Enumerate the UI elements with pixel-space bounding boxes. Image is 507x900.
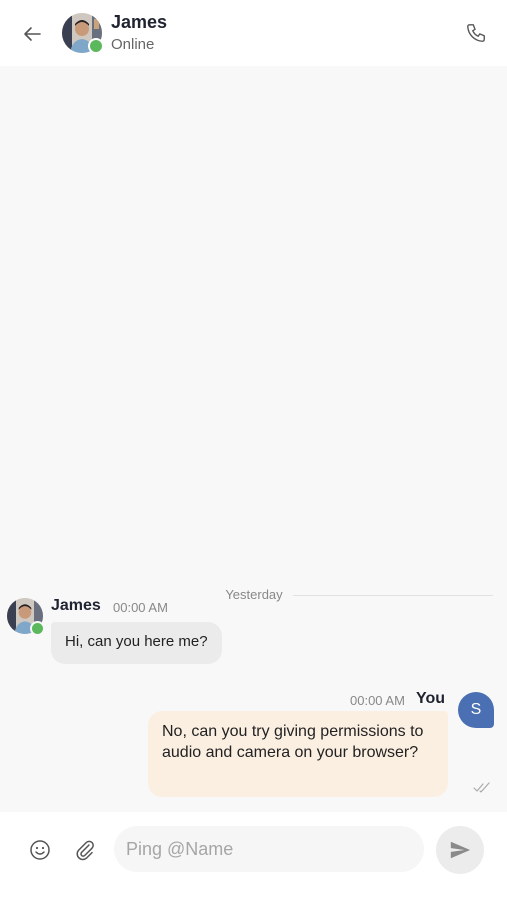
chat-header: James Online	[0, 0, 507, 66]
message-sender-name: James	[51, 597, 101, 614]
send-icon	[450, 841, 471, 859]
arrow-left-icon	[24, 27, 41, 41]
date-divider-label: Yesterday	[225, 587, 283, 602]
smiley-icon	[30, 840, 50, 860]
outgoing-message-bubble[interactable]: No, can you try giving permissions to au…	[148, 711, 448, 797]
contact-avatar[interactable]	[62, 13, 104, 54]
back-button[interactable]	[20, 22, 44, 46]
message-timestamp: 00:00 AM	[113, 600, 168, 615]
date-divider-line	[293, 595, 493, 596]
incoming-message-bubble[interactable]: Hi, can you here me?	[51, 622, 222, 664]
paperclip-icon	[76, 840, 94, 861]
message-input[interactable]	[114, 826, 424, 872]
message-sender-name: You	[416, 690, 446, 707]
double-check-icon	[473, 782, 490, 793]
message-composer	[0, 812, 507, 900]
call-button[interactable]	[465, 22, 487, 44]
phone-icon	[467, 24, 485, 42]
self-avatar[interactable]: S	[458, 692, 494, 728]
contact-name: James	[111, 12, 168, 32]
contact-status: Online	[111, 36, 155, 53]
message-timestamp: 00:00 AM	[350, 693, 405, 708]
send-button[interactable]	[436, 826, 484, 874]
online-status-dot	[88, 38, 104, 54]
online-status-dot	[30, 621, 45, 636]
attach-button[interactable]	[74, 838, 96, 862]
sender-avatar[interactable]	[7, 598, 45, 636]
emoji-button[interactable]	[29, 839, 51, 861]
